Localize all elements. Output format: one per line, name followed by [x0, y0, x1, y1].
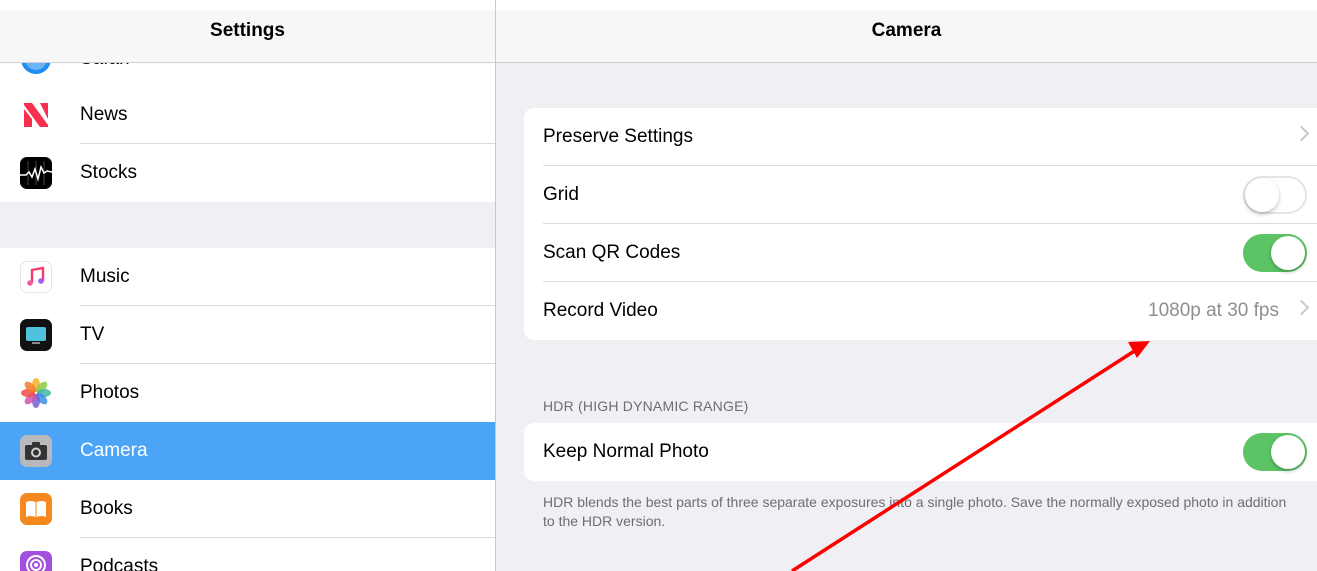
scan-qr-codes-row: Scan QR Codes [524, 224, 1317, 282]
toggle-knob [1271, 435, 1305, 469]
sidebar-item-label: News [80, 104, 128, 125]
camera-options-group: Preserve Settings Grid Scan QR Codes Rec… [524, 108, 1317, 340]
camera-settings-pane: Camera Preserve Settings Grid Scan QR Co… [496, 0, 1317, 571]
page-title: Camera [871, 20, 942, 41]
sidebar-item-stocks[interactable]: Stocks [0, 144, 495, 202]
sidebar-item-label: Books [80, 498, 133, 519]
sidebar-item-label: Photos [80, 382, 140, 403]
tv-icon [20, 319, 52, 351]
grid-toggle[interactable] [1243, 176, 1307, 214]
sidebar-item-label: Stocks [80, 162, 138, 183]
chevron-right-icon [1293, 299, 1310, 316]
toggle-knob [1271, 236, 1305, 270]
sidebar-group-2: Music TV Photos Camera Books Podcasts [0, 248, 495, 571]
sidebar-item-camera[interactable]: Camera [0, 422, 495, 480]
detail-header: Camera [496, 10, 1317, 63]
podcasts-icon [20, 551, 52, 571]
row-label: Keep Normal Photo [543, 441, 709, 462]
sidebar-item-label: TV [80, 324, 105, 345]
top-strip [0, 0, 495, 10]
stocks-icon [20, 157, 52, 189]
sidebar-item-podcasts[interactable]: Podcasts [0, 538, 495, 571]
row-label: Record Video [543, 300, 658, 321]
books-icon [20, 493, 52, 525]
record-video-row[interactable]: Record Video 1080p at 30 fps [524, 282, 1317, 340]
hdr-footnote: HDR blends the best parts of three separ… [543, 494, 1287, 529]
sidebar-item-tv[interactable]: TV [0, 306, 495, 364]
toggle-knob [1245, 178, 1279, 212]
keep-normal-photo-toggle[interactable] [1243, 433, 1307, 471]
sidebar-header: Settings [0, 10, 495, 63]
camera-icon [20, 435, 52, 467]
top-strip [496, 0, 1317, 10]
scan-qr-codes-toggle[interactable] [1243, 234, 1307, 272]
sidebar-item-photos[interactable]: Photos [0, 364, 495, 422]
row-label: Scan QR Codes [543, 242, 681, 263]
music-icon [20, 261, 52, 293]
hdr-section-header: HDR (HIGH DYNAMIC RANGE) [543, 398, 749, 414]
row-label: Preserve Settings [543, 126, 693, 147]
sidebar-item-music[interactable]: Music [0, 248, 495, 306]
sidebar-item-books[interactable]: Books [0, 480, 495, 538]
sidebar-group-1: News Stocks [0, 86, 495, 202]
preserve-settings-row[interactable]: Preserve Settings [524, 108, 1317, 166]
hdr-options-group: Keep Normal Photo [524, 423, 1317, 481]
sidebar-item-label: Music [80, 266, 130, 287]
photos-icon [20, 377, 52, 409]
grid-row: Grid [524, 166, 1317, 224]
record-video-value: 1080p at 30 fps [1148, 300, 1279, 321]
sidebar-title: Settings [210, 20, 285, 41]
sidebar-item-label: Camera [80, 440, 148, 461]
keep-normal-photo-row: Keep Normal Photo [524, 423, 1317, 481]
sidebar-item-news[interactable]: News [0, 86, 495, 144]
settings-sidebar: Safari Settings News Stocks Music [0, 0, 496, 571]
sidebar-item-label: Podcasts [80, 556, 159, 571]
row-label: Grid [543, 184, 579, 205]
news-icon [20, 99, 52, 131]
chevron-right-icon [1293, 125, 1310, 142]
